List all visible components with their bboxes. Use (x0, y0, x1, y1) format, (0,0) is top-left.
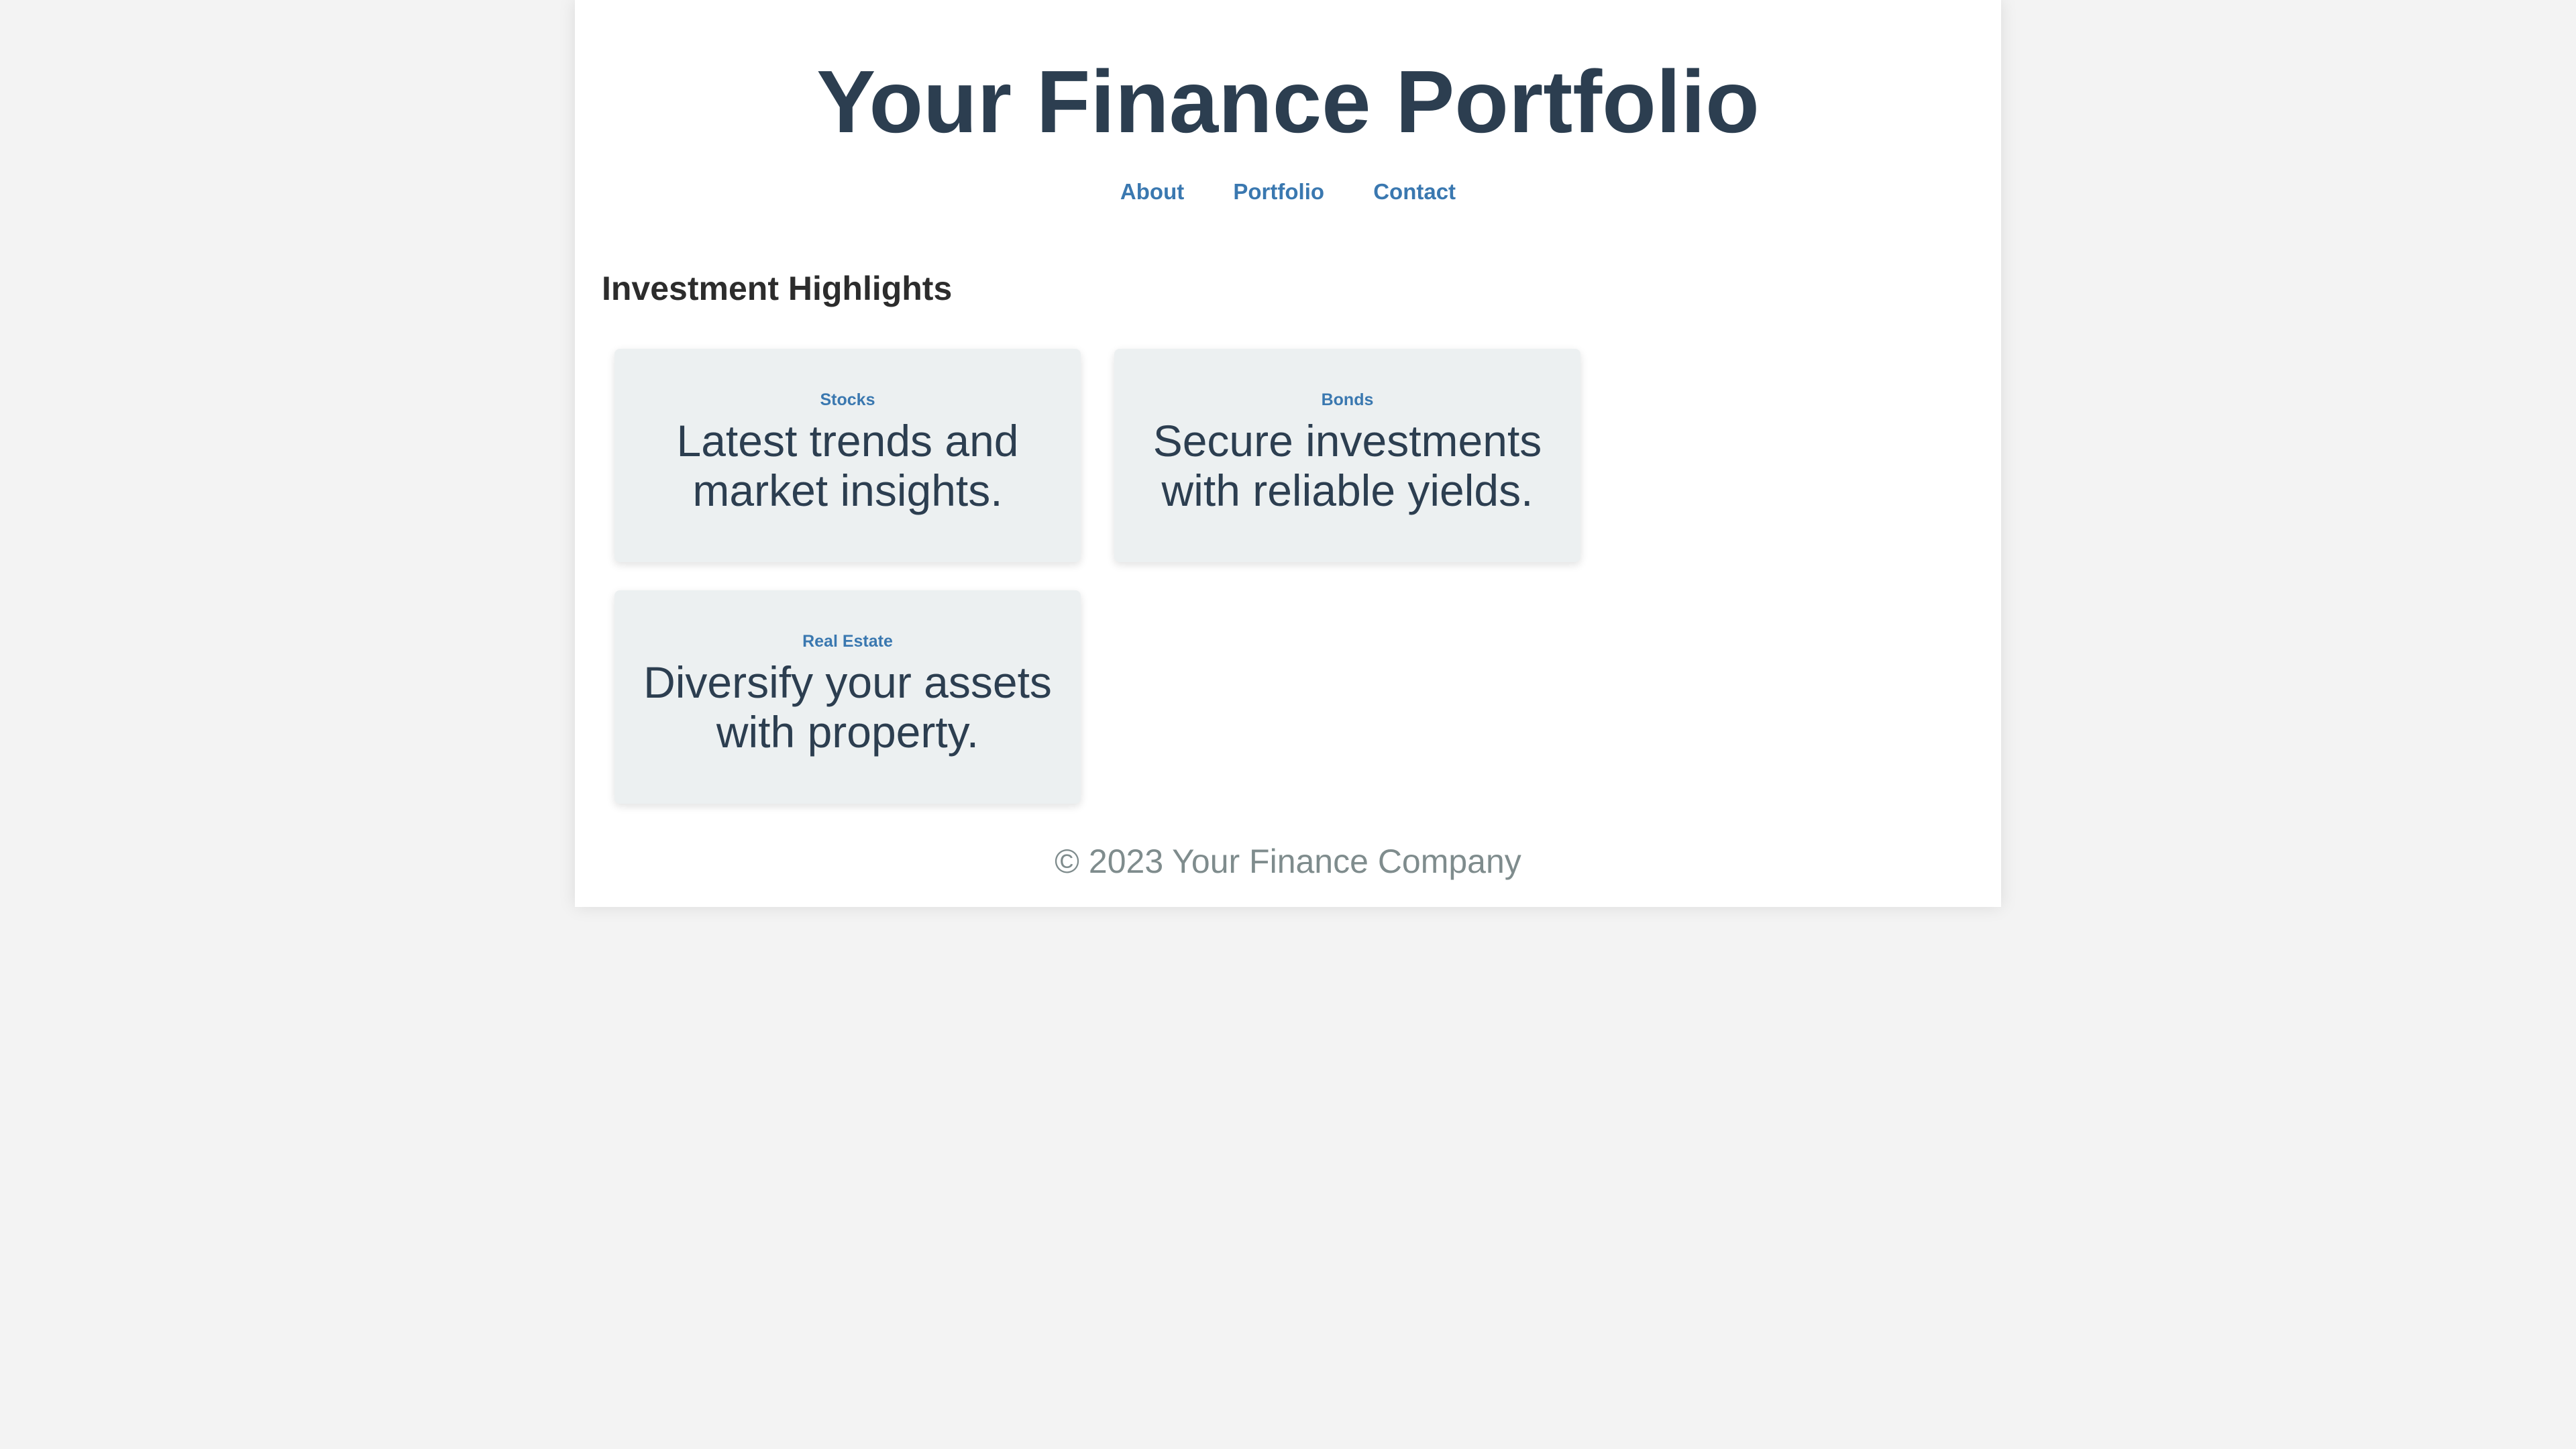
card-text: Latest trends and market insights. (676, 416, 1019, 515)
card-stocks: Stocks Latest trends and market insights… (614, 349, 1081, 562)
nav-link-portfolio[interactable]: Portfolio (1233, 179, 1324, 204)
card-text: Secure investments with reliable yields. (1152, 416, 1542, 515)
card-text: Diversify your assets with property. (643, 657, 1052, 757)
main-nav: About Portfolio Contact (575, 176, 2001, 208)
card-real-estate: Real Estate Diversify your assets with p… (614, 590, 1081, 804)
nav-link-about[interactable]: About (1120, 179, 1184, 204)
nav-link-contact[interactable]: Contact (1373, 179, 1456, 204)
card-bonds: Bonds Secure investments with reliable y… (1114, 349, 1580, 562)
card-label: Real Estate (802, 632, 893, 651)
card-label: Stocks (820, 390, 875, 409)
footer-copyright: © 2023 Your Finance Company (1055, 843, 1521, 880)
page-title: Your Finance Portfolio (816, 52, 1760, 151)
section-title: Investment Highlights (602, 270, 953, 307)
card-label: Bonds (1321, 390, 1374, 409)
page-container: Your Finance Portfolio About Portfolio C… (575, 0, 2001, 907)
